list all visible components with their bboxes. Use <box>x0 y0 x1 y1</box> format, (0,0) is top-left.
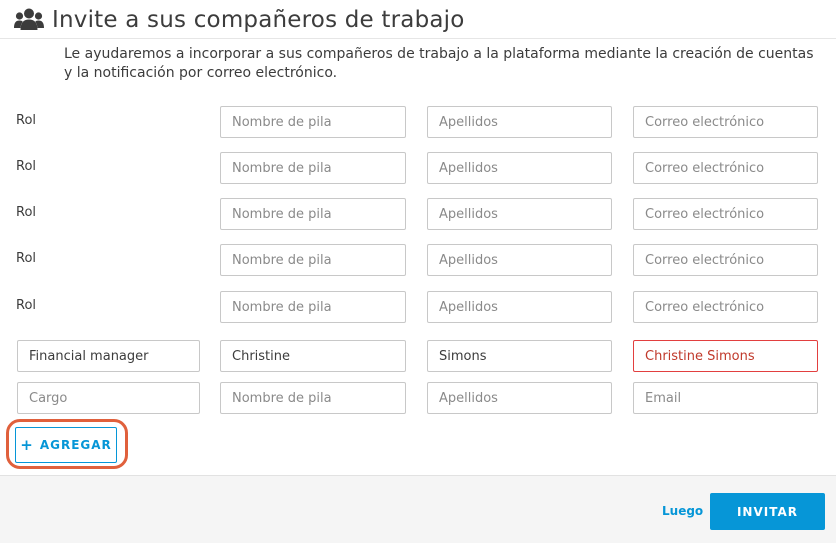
invite-row: Rol <box>0 291 836 325</box>
first-name-input[interactable] <box>220 244 406 276</box>
role-label: Rol <box>16 251 37 266</box>
email-input[interactable] <box>633 152 818 184</box>
first-name-input[interactable] <box>220 340 406 372</box>
first-name-input[interactable] <box>220 152 406 184</box>
dialog-header: Invite a sus compañeros de trabajo <box>14 4 465 36</box>
add-row-button[interactable]: + AGREGAR <box>15 427 117 463</box>
last-name-input[interactable] <box>427 340 612 372</box>
invite-button[interactable]: INVITAR <box>710 493 825 530</box>
description-line: Le ayudaremos a incorporar a sus compañe… <box>64 46 814 62</box>
last-name-input[interactable] <box>427 198 612 230</box>
last-name-input[interactable] <box>427 152 612 184</box>
header-divider <box>0 38 836 39</box>
add-button-label: AGREGAR <box>39 438 112 452</box>
dialog-footer: Luego INVITAR <box>0 475 836 543</box>
dialog-description: Le ayudaremos a incorporar a sus compañe… <box>64 45 814 83</box>
first-name-input[interactable] <box>220 106 406 138</box>
email-input[interactable] <box>633 244 818 276</box>
last-name-input[interactable] <box>427 244 612 276</box>
role-label: Rol <box>16 205 37 220</box>
role-label: Rol <box>16 298 37 313</box>
invite-row: Rol <box>0 198 836 232</box>
role-input[interactable] <box>17 382 200 414</box>
users-icon <box>14 8 44 30</box>
first-name-input[interactable] <box>220 291 406 323</box>
last-name-input[interactable] <box>427 291 612 323</box>
last-name-input[interactable] <box>427 382 612 414</box>
email-input[interactable] <box>633 382 818 414</box>
first-name-input[interactable] <box>220 198 406 230</box>
role-input[interactable] <box>17 340 200 372</box>
role-label: Rol <box>16 159 37 174</box>
plus-icon: + <box>20 435 34 454</box>
role-label: Rol <box>16 113 37 128</box>
invite-row: Rol <box>0 106 836 140</box>
email-input[interactable] <box>633 291 818 323</box>
invite-row: Rol <box>0 152 836 186</box>
invite-row-new <box>0 382 836 416</box>
email-input[interactable] <box>633 198 818 230</box>
email-input[interactable] <box>633 106 818 138</box>
description-line: y la notificación por correo electrónico… <box>64 65 338 81</box>
invite-row: Rol <box>0 244 836 278</box>
last-name-input[interactable] <box>427 106 612 138</box>
first-name-input[interactable] <box>220 382 406 414</box>
dialog-title: Invite a sus compañeros de trabajo <box>52 7 465 33</box>
email-input[interactable] <box>633 340 818 372</box>
invite-row-filled <box>0 340 836 374</box>
later-link[interactable]: Luego <box>662 504 703 518</box>
